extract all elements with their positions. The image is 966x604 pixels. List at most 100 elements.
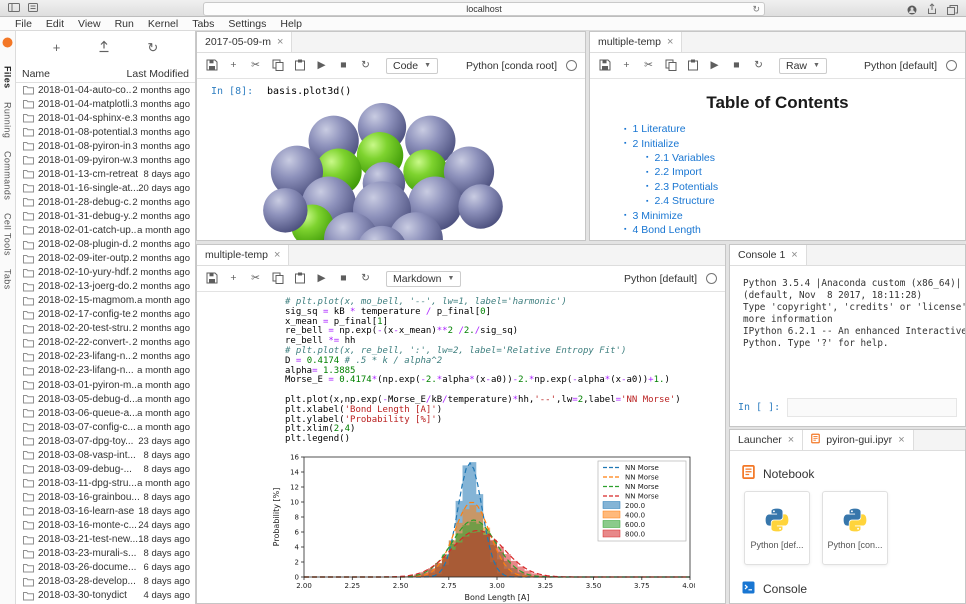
url-bar[interactable]: localhost ↻ [203, 2, 765, 16]
file-row[interactable]: 2018-02-09-iter-outp...2 months ago [16, 252, 195, 266]
file-row[interactable]: 2018-03-01-pyiron-m...a month ago [16, 378, 195, 392]
close-icon[interactable]: × [274, 250, 280, 261]
menu-run[interactable]: Run [108, 18, 141, 30]
upload-icon[interactable] [98, 40, 110, 56]
file-row[interactable]: 2018-03-07-config-c...a month ago [16, 420, 195, 434]
file-row[interactable]: 2018-02-22-convert-...2 months ago [16, 336, 195, 350]
activity-tab-cell-tools[interactable]: Cell Tools [3, 213, 13, 256]
tab-notebook-2[interactable]: multiple-temp × [197, 245, 289, 265]
menu-settings[interactable]: Settings [221, 18, 273, 30]
file-row[interactable]: 2018-03-09-debug-...8 days ago [16, 462, 195, 476]
file-row[interactable]: 2018-02-23-lifang-n...a month ago [16, 364, 195, 378]
toc-item[interactable]: ▪2.1 Variables [646, 151, 965, 165]
file-row[interactable]: 2018-01-13-cm-retreat8 days ago [16, 167, 195, 181]
save-icon[interactable] [205, 272, 218, 285]
cell-type-dropdown[interactable]: Code ▼ [386, 58, 438, 74]
file-row[interactable]: 2018-03-16-grainbou...8 days ago [16, 490, 195, 504]
insert-icon[interactable]: + [227, 272, 240, 285]
launcher-card[interactable]: Python [def... [744, 491, 810, 565]
toc-item[interactable]: ▪2.4 Structure [646, 194, 965, 208]
stop-icon[interactable]: ■ [337, 59, 350, 72]
cell-type-dropdown[interactable]: Raw ▼ [779, 58, 827, 74]
file-row[interactable]: 2018-03-28-develop...8 days ago [16, 575, 195, 589]
sidebar-toggle-icon[interactable] [8, 0, 20, 17]
refresh-icon[interactable]: ↻ [752, 59, 765, 72]
paste-icon[interactable] [293, 59, 306, 72]
file-row[interactable]: 2018-02-08-plugin-d...2 months ago [16, 238, 195, 252]
file-row[interactable]: 2018-01-04-auto-co...2 months ago [16, 83, 195, 97]
code-cell[interactable]: In [8]: basis.plot3d() [197, 79, 585, 102]
file-row[interactable]: 2018-01-04-matplotli...3 months ago [16, 97, 195, 111]
menu-help[interactable]: Help [273, 18, 309, 30]
tab-launcher[interactable]: Launcher × [730, 430, 803, 450]
file-row[interactable]: 2018-03-30-tonydict4 days ago [16, 589, 195, 603]
refresh-icon[interactable]: ↻ [359, 59, 372, 72]
file-row[interactable]: 2018-01-28-debug-c...2 months ago [16, 195, 195, 209]
run-icon[interactable]: ▶ [315, 59, 328, 72]
toc-item[interactable]: ▪3 Minimize [624, 208, 965, 222]
close-icon[interactable]: × [788, 435, 794, 446]
file-row[interactable]: 2018-01-09-pyiron-w...3 months ago [16, 153, 195, 167]
copy-icon[interactable] [271, 272, 284, 285]
insert-icon[interactable]: + [620, 59, 633, 72]
cut-icon[interactable]: ✂ [642, 59, 655, 72]
file-row[interactable]: 2018-02-13-joerg-do...2 months ago [16, 280, 195, 294]
file-row[interactable]: 2018-02-15-magmom...a month ago [16, 294, 195, 308]
refresh-icon[interactable]: ↻ [147, 41, 158, 55]
code-editor[interactable]: # plt.plot(x, mo_bell, '--', lw=1, label… [285, 298, 725, 445]
file-row[interactable]: 2018-03-07-dpg-toy...23 days ago [16, 434, 195, 448]
menu-tabs[interactable]: Tabs [185, 18, 221, 30]
file-row[interactable]: 2018-01-16-single-at...20 days ago [16, 181, 195, 195]
toc-item[interactable]: ▪2.3 Potentials [646, 180, 965, 194]
console-input[interactable] [787, 398, 957, 417]
activity-tab-running[interactable]: Running [3, 102, 13, 138]
file-row[interactable]: 2018-02-23-lifang-n...2 months ago [16, 350, 195, 364]
file-row[interactable]: 2018-02-20-test-stru...2 months ago [16, 322, 195, 336]
modified-column-header[interactable]: Last Modified [127, 68, 189, 80]
kernel-name[interactable]: Python [conda root] [466, 60, 557, 72]
file-row[interactable]: 2018-03-08-vasp-int...8 days ago [16, 448, 195, 462]
paste-icon[interactable] [686, 59, 699, 72]
file-row[interactable]: 2018-03-05-debug-d...a month ago [16, 392, 195, 406]
menu-kernel[interactable]: Kernel [141, 18, 185, 30]
activity-tab-commands[interactable]: Commands [3, 151, 13, 200]
save-icon[interactable] [205, 59, 218, 72]
file-row[interactable]: 2018-03-11-dpg-stru...a month ago [16, 476, 195, 490]
file-row[interactable]: 2018-01-04-sphinx-e...3 months ago [16, 111, 195, 125]
copy-icon[interactable] [664, 59, 677, 72]
menu-edit[interactable]: Edit [39, 18, 71, 30]
paste-icon[interactable] [293, 272, 306, 285]
save-icon[interactable] [598, 59, 611, 72]
stop-icon[interactable]: ■ [730, 59, 743, 72]
toc-item[interactable]: ▪2 Initialize [624, 136, 965, 150]
run-icon[interactable]: ▶ [708, 59, 721, 72]
file-row[interactable]: 2018-01-31-debug-y...2 months ago [16, 209, 195, 223]
stop-icon[interactable]: ■ [337, 272, 350, 285]
tab-pyiron-gui[interactable]: pyiron-gui.ipyr × [803, 430, 913, 450]
reload-icon[interactable]: ↻ [752, 3, 760, 15]
file-row[interactable]: 2018-02-01-catch-up...a month ago [16, 223, 195, 237]
file-row[interactable]: 2018-03-16-learn-ase18 days ago [16, 504, 195, 518]
file-row[interactable]: 2018-03-16-monte-c...24 days ago [16, 518, 195, 532]
run-icon[interactable]: ▶ [315, 272, 328, 285]
menu-view[interactable]: View [71, 18, 108, 30]
file-row[interactable]: 2018-03-26-docume...6 days ago [16, 561, 195, 575]
cell-code[interactable]: basis.plot3d() [267, 86, 351, 97]
file-row[interactable]: 2018-03-06-queue-a...a month ago [16, 406, 195, 420]
toc-item[interactable]: ▪2.2 Import [646, 165, 965, 179]
file-row[interactable]: 2018-03-23-murali-s...8 days ago [16, 547, 195, 561]
close-icon[interactable]: × [791, 250, 797, 261]
cell-type-dropdown[interactable]: Markdown ▼ [386, 271, 461, 287]
file-row[interactable]: 2018-03-21-test-new...18 days ago [16, 533, 195, 547]
file-list-header[interactable]: Name Last Modified [16, 65, 195, 83]
toc-item[interactable]: ▪1 Literature [624, 122, 965, 136]
cut-icon[interactable]: ✂ [249, 59, 262, 72]
activity-tab-files[interactable]: Files [3, 66, 13, 89]
activity-tab-tabs[interactable]: Tabs [3, 269, 13, 290]
file-row[interactable]: 2018-02-17-config-te...2 months ago [16, 308, 195, 322]
file-row[interactable]: 2018-01-08-potential...3 months ago [16, 125, 195, 139]
tab-notebook-1[interactable]: 2017-05-09-m × [197, 32, 292, 52]
file-row[interactable]: 2018-01-08-pyiron-in...3 months ago [16, 139, 195, 153]
refresh-icon[interactable]: ↻ [359, 272, 372, 285]
kernel-name[interactable]: Python [default] [624, 273, 697, 285]
